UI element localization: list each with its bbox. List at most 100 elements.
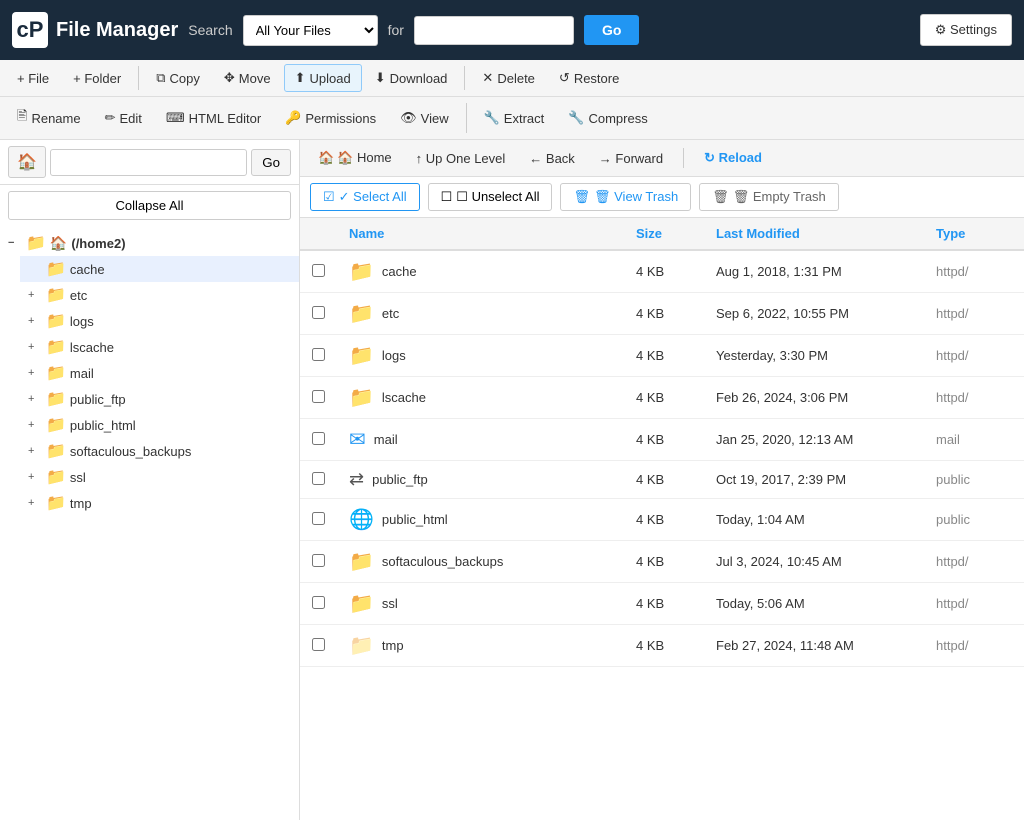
tree-item-lscache[interactable]: + 📁 lscache (20, 334, 299, 360)
row-checkbox[interactable] (312, 390, 325, 403)
empty-trash-button[interactable]: 🗑 🗑 Empty Trash (699, 183, 839, 211)
search-go-button[interactable]: Go (584, 15, 639, 45)
row-size: 4 KB (624, 250, 704, 293)
row-checkbox-cell[interactable] (300, 293, 337, 335)
row-checkbox-cell[interactable] (300, 419, 337, 461)
select-all-button[interactable]: ☑ ✓ Select All (310, 183, 420, 211)
nav-reload-button[interactable]: ↻ Reload (696, 146, 770, 170)
compress-icon: 🔧 (568, 110, 584, 126)
col-size[interactable]: Size (624, 218, 704, 250)
rename-button[interactable]: 🖹 Rename (6, 101, 92, 135)
table-row: 📁 ssl 4 KB Today, 5:06 AM httpd/ (300, 583, 1024, 625)
file-table: Name Size Last Modified Type 📁 cache 4 K… (300, 218, 1024, 667)
row-name[interactable]: etc (382, 306, 399, 321)
row-name[interactable]: public_html (382, 512, 448, 527)
row-checkbox[interactable] (312, 306, 325, 319)
row-checkbox-cell[interactable] (300, 583, 337, 625)
row-checkbox[interactable] (312, 264, 325, 277)
sidebar-home-button[interactable]: 🏠 (8, 146, 46, 178)
edit-icon: ✏ (105, 110, 116, 126)
nav-forward-button[interactable]: → Forward (591, 147, 671, 170)
restore-button[interactable]: ↺ Restore (548, 64, 630, 92)
row-checkbox[interactable] (312, 432, 325, 445)
search-label: Search (188, 22, 232, 38)
row-name[interactable]: cache (382, 264, 417, 279)
file-nav-toolbar: 🏠 🏠 Home ↑ Up One Level ← Back → Forward… (300, 140, 1024, 177)
tree-item-etc[interactable]: + 📁 etc (20, 282, 299, 308)
row-file-icon: 🌐 (349, 507, 374, 532)
search-scope-select[interactable]: All Your Files File Names Only (243, 15, 378, 46)
row-name[interactable]: lscache (382, 390, 426, 405)
row-checkbox[interactable] (312, 472, 325, 485)
sidebar-path-input[interactable] (50, 149, 247, 176)
nav-home-icon: 🏠 (318, 150, 334, 166)
row-name[interactable]: mail (374, 432, 398, 447)
sidebar-go-button[interactable]: Go (251, 149, 291, 176)
tree-root-item[interactable]: − 📁 🏠 (/home2) (0, 230, 299, 256)
row-name-cell: 📁 softaculous_backups (337, 541, 624, 583)
tree-logs-label: logs (70, 314, 94, 329)
row-checkbox[interactable] (312, 638, 325, 651)
row-name[interactable]: public_ftp (372, 472, 428, 487)
tree-ssl-toggle: + (28, 471, 42, 483)
row-checkbox-cell[interactable] (300, 541, 337, 583)
row-file-icon: 📁 (349, 633, 374, 658)
search-input[interactable] (414, 16, 574, 45)
col-modified[interactable]: Last Modified (704, 218, 924, 250)
settings-button[interactable]: ⚙ Settings (920, 14, 1012, 46)
view-button[interactable]: 👁 View (389, 101, 459, 135)
upload-button[interactable]: ⬆ Upload (284, 64, 362, 92)
delete-button[interactable]: ✕ Delete (471, 64, 545, 92)
col-name[interactable]: Name (337, 218, 624, 250)
row-checkbox-cell[interactable] (300, 625, 337, 667)
tree-ssl-folder-icon: 📁 (46, 467, 66, 487)
tree-lscache-label: lscache (70, 340, 114, 355)
tree-item-tmp[interactable]: + 📁 tmp (20, 490, 299, 516)
tree-item-logs[interactable]: + 📁 logs (20, 308, 299, 334)
sidebar-nav: 🏠 Go (0, 140, 299, 185)
permissions-button[interactable]: 🔑 Permissions (274, 101, 387, 135)
extract-button[interactable]: 🔧 Extract (473, 101, 556, 135)
row-type: public (924, 461, 1024, 499)
new-file-button[interactable]: + File (6, 64, 60, 92)
row-name-cell: ✉ mail (337, 419, 624, 461)
nav-home-button[interactable]: 🏠 🏠 Home (310, 146, 400, 170)
row-checkbox[interactable] (312, 596, 325, 609)
row-type: httpd/ (924, 625, 1024, 667)
compress-button[interactable]: 🔧 Compress (557, 101, 658, 135)
row-checkbox[interactable] (312, 348, 325, 361)
copy-button[interactable]: ⧉ Copy (145, 64, 211, 92)
row-modified: Jul 3, 2024, 10:45 AM (704, 541, 924, 583)
row-checkbox-cell[interactable] (300, 377, 337, 419)
table-row: 📁 etc 4 KB Sep 6, 2022, 10:55 PM httpd/ (300, 293, 1024, 335)
row-checkbox-cell[interactable] (300, 335, 337, 377)
row-name[interactable]: ssl (382, 596, 398, 611)
tree-item-cache[interactable]: 📁 cache (20, 256, 299, 282)
view-trash-button[interactable]: 🗑 🗑 View Trash (560, 183, 691, 211)
row-name[interactable]: logs (382, 348, 406, 363)
tree-item-public_html[interactable]: + 📁 public_html (20, 412, 299, 438)
tree-item-softaculous_backups[interactable]: + 📁 softaculous_backups (20, 438, 299, 464)
row-checkbox-cell[interactable] (300, 461, 337, 499)
download-button[interactable]: ⬇ Download (364, 64, 459, 92)
nav-up-button[interactable]: ↑ Up One Level (408, 147, 514, 170)
row-checkbox[interactable] (312, 512, 325, 525)
new-folder-button[interactable]: + Folder (62, 64, 132, 92)
collapse-all-button[interactable]: Collapse All (8, 191, 291, 220)
move-button[interactable]: ✥ Move (213, 64, 282, 92)
nav-back-button[interactable]: ← Back (521, 147, 583, 170)
tree-item-public_ftp[interactable]: + 📁 public_ftp (20, 386, 299, 412)
edit-button[interactable]: ✏ Edit (94, 101, 153, 135)
row-name[interactable]: tmp (382, 638, 404, 653)
html-editor-button[interactable]: ⌨ HTML Editor (155, 101, 272, 135)
row-checkbox[interactable] (312, 554, 325, 567)
row-checkbox-cell[interactable] (300, 499, 337, 541)
tree-item-ssl[interactable]: + 📁 ssl (20, 464, 299, 490)
col-type[interactable]: Type (924, 218, 1024, 250)
tree-item-mail[interactable]: + 📁 mail (20, 360, 299, 386)
unselect-all-button[interactable]: ☐ ☐ Unselect All (428, 183, 553, 211)
copy-icon: ⧉ (156, 70, 165, 86)
row-name[interactable]: softaculous_backups (382, 554, 503, 569)
row-checkbox-cell[interactable] (300, 250, 337, 293)
row-name-cell: 📁 etc (337, 293, 624, 335)
